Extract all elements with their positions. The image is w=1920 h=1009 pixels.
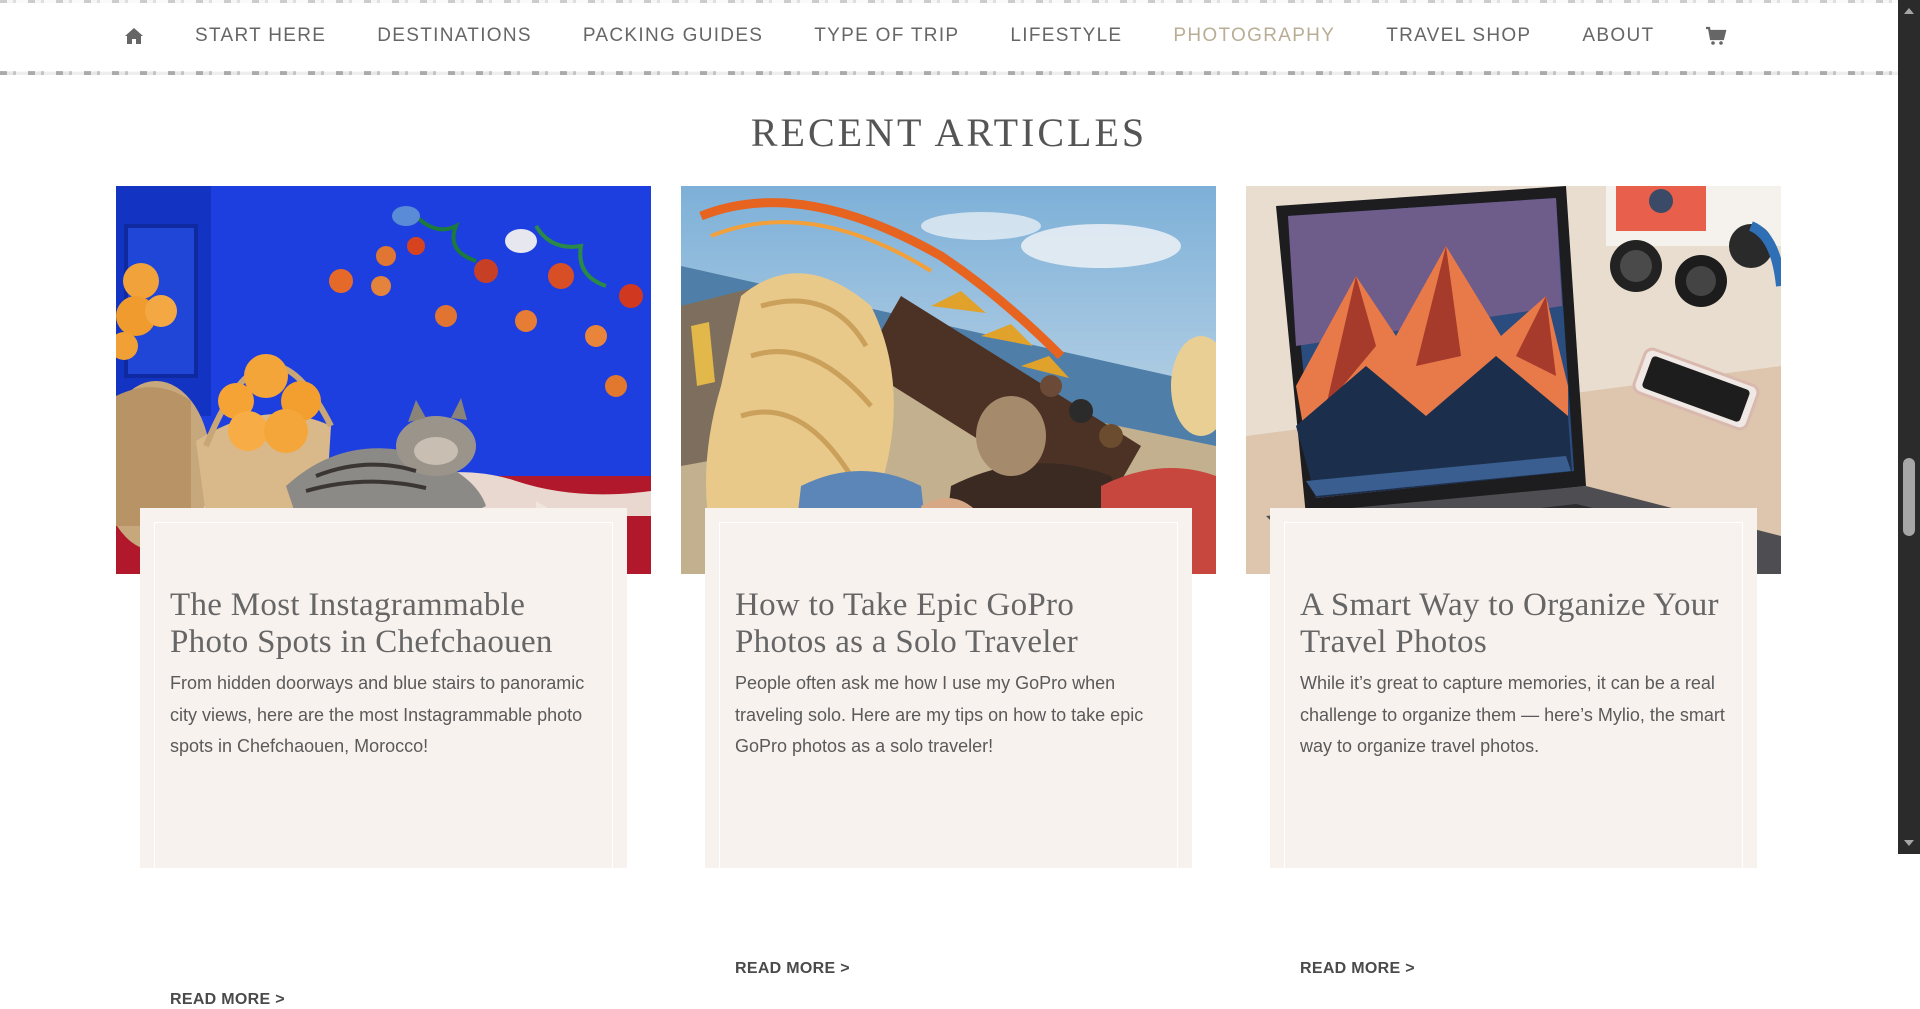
scroll-up-icon[interactable] xyxy=(1898,2,1920,20)
article-excerpt: From hidden doorways and blue stairs to … xyxy=(170,673,585,756)
vertical-scrollbar[interactable] xyxy=(1898,0,1920,854)
article-card-organize-photos: A Smart Way to Organize Your Travel Phot… xyxy=(1246,186,1781,977)
nav-item-lifestyle[interactable]: LIFESTYLE xyxy=(1010,25,1122,47)
article-excerpt: People often ask me how I use my GoPro w… xyxy=(735,673,1144,756)
article-title[interactable]: How to Take Epic GoPro Photos as a Solo … xyxy=(735,587,1165,661)
nav-item-about[interactable]: ABOUT xyxy=(1582,25,1654,47)
article-excerpt: While it’s great to capture memories, it… xyxy=(1300,673,1725,756)
read-more-link[interactable]: READ MORE > xyxy=(170,991,285,1009)
cart-icon[interactable] xyxy=(1705,26,1727,46)
scroll-down-icon[interactable] xyxy=(1898,834,1920,852)
section-title: RECENT ARTICLES xyxy=(750,110,1148,156)
article-box-chefchaouen: The Most Instagrammable Photo Spots in C… xyxy=(140,508,627,1008)
article-card-gopro: How to Take Epic GoPro Photos as a Solo … xyxy=(681,186,1216,977)
scrollbar-thumb[interactable] xyxy=(1903,458,1915,536)
article-card-chefchaouen: The Most Instagrammable Photo Spots in C… xyxy=(116,186,651,1008)
article-box-gopro: How to Take Epic GoPro Photos as a Solo … xyxy=(705,508,1192,977)
nav-bottom-border xyxy=(0,71,1898,75)
nav-item-photography[interactable]: PHOTOGRAPHY xyxy=(1173,25,1335,47)
article-title[interactable]: The Most Instagrammable Photo Spots in C… xyxy=(170,587,600,661)
article-title[interactable]: A Smart Way to Organize Your Travel Phot… xyxy=(1300,587,1730,661)
nav-item-start-here[interactable]: START HERE xyxy=(195,25,326,47)
nav-item-packing-guides[interactable]: PACKING GUIDES xyxy=(583,25,763,47)
article-box-organize-photos: A Smart Way to Organize Your Travel Phot… xyxy=(1270,508,1757,977)
home-icon[interactable] xyxy=(124,27,144,45)
nav-menu: START HERE DESTINATIONS PACKING GUIDES T… xyxy=(124,0,1727,72)
main-navigation: START HERE DESTINATIONS PACKING GUIDES T… xyxy=(0,0,1898,75)
nav-item-type-of-trip[interactable]: TYPE OF TRIP xyxy=(814,25,959,47)
read-more-link[interactable]: READ MORE > xyxy=(735,960,850,978)
nav-item-travel-shop[interactable]: TRAVEL SHOP xyxy=(1386,25,1531,47)
read-more-link[interactable]: READ MORE > xyxy=(1300,960,1415,978)
nav-item-destinations[interactable]: DESTINATIONS xyxy=(377,25,532,47)
